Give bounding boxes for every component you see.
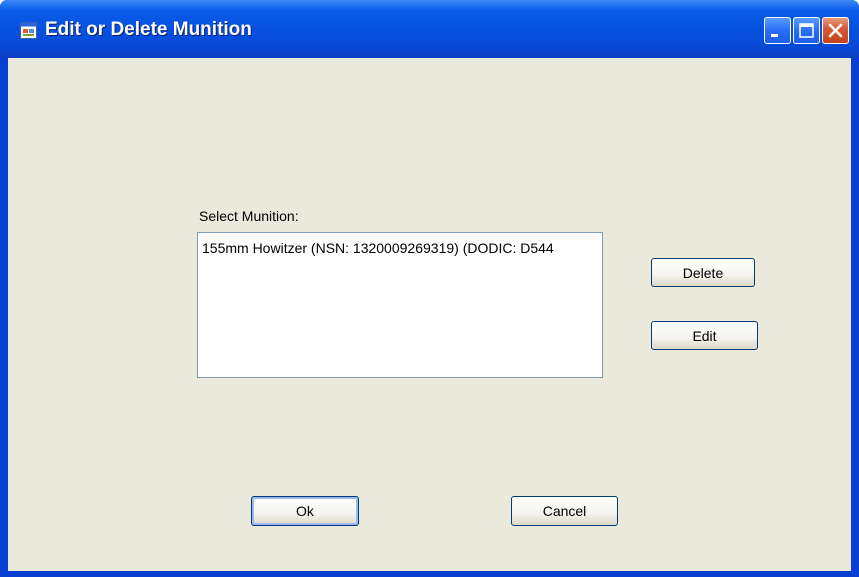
edit-button[interactable]: Edit — [651, 321, 758, 350]
title-bar[interactable]: Edit or Delete Munition — [0, 0, 859, 58]
close-button[interactable] — [822, 17, 849, 44]
minimize-icon — [771, 34, 778, 37]
app-icon — [20, 22, 37, 39]
maximize-button[interactable] — [793, 17, 820, 44]
window-title: Edit or Delete Munition — [45, 19, 252, 40]
edit-delete-munition-window: Edit or Delete Munition Select Munition:… — [0, 0, 859, 577]
delete-button[interactable]: Delete — [651, 258, 755, 287]
ok-button[interactable]: Ok — [251, 496, 359, 526]
select-munition-label: Select Munition: — [199, 208, 299, 224]
dialog-body: Select Munition: 155mm Howitzer (NSN: 13… — [8, 58, 851, 571]
close-icon — [828, 23, 843, 38]
minimize-button[interactable] — [764, 17, 791, 44]
cancel-button[interactable]: Cancel — [511, 496, 618, 526]
munition-listbox[interactable]: 155mm Howitzer (NSN: 1320009269319) (DOD… — [197, 232, 603, 378]
munition-list-item[interactable]: 155mm Howitzer (NSN: 1320009269319) (DOD… — [202, 240, 554, 256]
maximize-icon — [799, 23, 814, 38]
